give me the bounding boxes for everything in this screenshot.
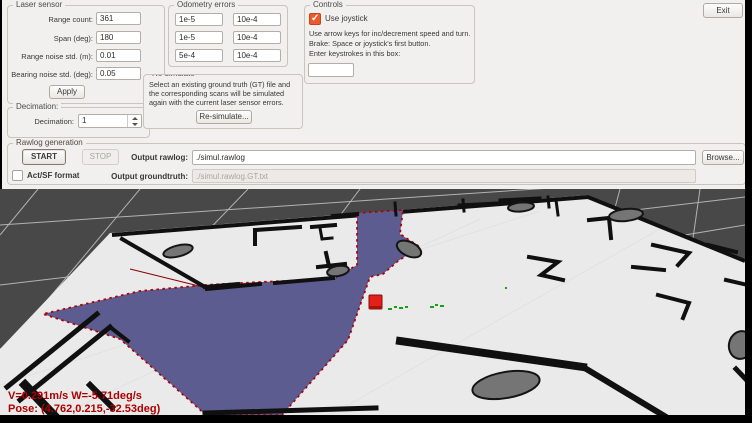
actsf-format-checkbox[interactable] — [12, 170, 23, 181]
exit-button[interactable]: Exit — [703, 3, 743, 18]
window-bottom-edge — [0, 415, 752, 423]
controls-title: Controls — [310, 0, 346, 10]
controls-group: Controls Use joystick Use arrow keys for… — [304, 5, 475, 84]
bearing-noise-label: Bearing noise std. (deg): — [8, 70, 93, 80]
robot — [369, 295, 382, 309]
laser-sensor-group: Laser sensor Range count: Span (deg): Ra… — [7, 5, 165, 104]
odometry-error-input-01[interactable] — [233, 13, 281, 26]
span-input[interactable] — [96, 31, 141, 44]
rawlog-generation-group: Rawlog generation START STOP Output rawl… — [7, 143, 746, 185]
odometry-error-input-20[interactable] — [175, 49, 223, 62]
decimation-stepper[interactable]: 1 — [78, 114, 142, 128]
start-button[interactable]: START — [22, 149, 66, 165]
apply-button[interactable]: Apply — [49, 85, 85, 99]
down-arrow-icon — [132, 123, 138, 126]
odometry-error-input-11[interactable] — [233, 31, 281, 44]
simulator-window: Laser sensor Range count: Span (deg): Ra… — [0, 0, 752, 423]
odometry-error-input-00[interactable] — [175, 13, 223, 26]
bearing-noise-input[interactable] — [96, 67, 141, 80]
up-arrow-icon — [132, 117, 138, 120]
range-noise-input[interactable] — [96, 49, 141, 62]
hud-velocity-text: V=0.291m/s W=-5.71deg/s — [8, 390, 142, 402]
browse-button[interactable]: Browse... — [702, 150, 744, 165]
decimation-down-button[interactable] — [128, 121, 141, 127]
resimulate-title: Re-simulate — [149, 74, 198, 79]
output-rawlog-input[interactable] — [192, 150, 696, 165]
span-label: Span (deg): — [8, 34, 93, 44]
hud: V=0.291m/s W=-5.71deg/s Pose: (4.762,0.2… — [8, 390, 161, 415]
rawlog-generation-title: Rawlog generation — [13, 138, 86, 148]
use-joystick-label: Use joystick — [325, 14, 368, 24]
simulation-3d-viewport[interactable]: V=0.291m/s W=-5.71deg/s Pose: (4.762,0.2… — [0, 189, 745, 415]
odometry-error-input-21[interactable] — [233, 49, 281, 62]
range-noise-label: Range noise std. (m): — [8, 52, 93, 62]
use-joystick-checkbox[interactable] — [309, 13, 321, 25]
actsf-format-label: Act/SF format — [27, 171, 79, 181]
laser-sensor-title: Laser sensor — [13, 0, 65, 10]
controls-hint-keystrokes: Enter keystrokes in this box: — [309, 49, 400, 59]
decimation-value: 1 — [79, 115, 127, 127]
odometry-error-input-10[interactable] — [175, 31, 223, 44]
output-groundtruth-label: Output groundtruth: — [103, 172, 188, 182]
scene-canvas: V=0.291m/s W=-5.71deg/s Pose: (4.762,0.2… — [0, 189, 745, 415]
resimulate-group: Re-simulate Select an existing ground tr… — [143, 74, 303, 129]
output-rawlog-label: Output rawlog: — [103, 153, 188, 163]
hud-pose-text: Pose: (4.762,0.215,-32.53deg) — [8, 403, 161, 415]
window-right-edge — [745, 0, 752, 423]
controls-hint-brake: Brake: Space or joystick's first button. — [309, 39, 430, 49]
odometry-errors-group: Odometry errors — [168, 5, 288, 67]
output-groundtruth-input — [192, 169, 696, 183]
range-count-input[interactable] — [96, 12, 141, 25]
keystroke-input[interactable] — [308, 63, 354, 77]
odometry-errors-title: Odometry errors — [174, 0, 238, 10]
controls-hint-arrows: Use arrow keys for inc/decrement speed a… — [309, 29, 470, 39]
decimation-title: Decimation: — [13, 102, 61, 112]
resimulate-button[interactable]: Re-simulate... — [196, 110, 252, 124]
resimulate-text-line3: again with the current laser sensor erro… — [149, 98, 284, 108]
decimation-label: Decimation: — [8, 117, 74, 127]
decimation-group: Decimation: Decimation: 1 — [7, 107, 150, 138]
range-count-label: Range count: — [8, 15, 93, 25]
control-panel: Laser sensor Range count: Span (deg): Ra… — [2, 0, 745, 189]
